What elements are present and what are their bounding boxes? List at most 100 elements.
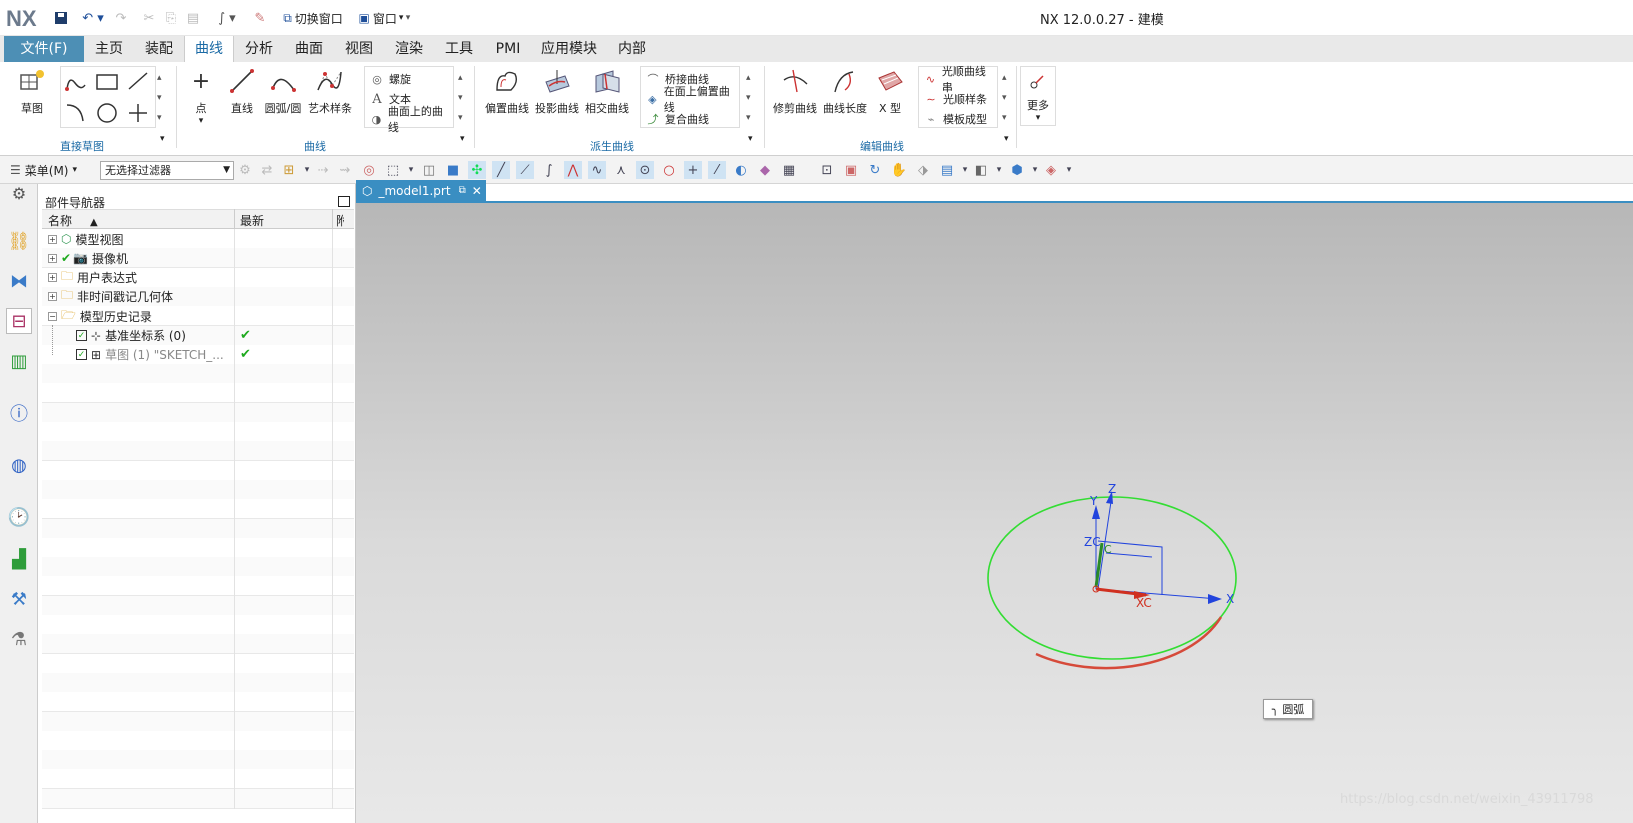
- tab-render[interactable]: 渲染: [388, 36, 430, 62]
- part-navigator-icon[interactable]: ⊟: [6, 308, 32, 334]
- menu-button[interactable]: ☰ 菜单(M) ▾: [10, 160, 77, 180]
- close-icon[interactable]: ✕: [472, 184, 482, 198]
- group-direct-sketch-menu[interactable]: ▾: [160, 134, 165, 144]
- customize-qat-icon[interactable]: ▾: [402, 9, 414, 27]
- tree-row[interactable]: − 🗁 模型历史记录: [42, 306, 354, 327]
- column-latest-header[interactable]: 最新: [240, 212, 264, 229]
- tab-applications[interactable]: 应用模块: [536, 36, 602, 62]
- part-file-tab[interactable]: ⬡ _model1.prt ⧉ ✕: [356, 180, 486, 201]
- undo-icon[interactable]: ↶ ▾: [78, 9, 108, 27]
- tree-row[interactable]: + ⬡ 模型视图: [42, 229, 354, 249]
- group-curve-menu[interactable]: ▾: [460, 134, 465, 144]
- history-icon[interactable]: 🕑: [6, 504, 32, 530]
- select-features-icon[interactable]: ⇢: [314, 161, 332, 179]
- web-browser-icon[interactable]: ◍: [6, 452, 32, 478]
- maximize-icon[interactable]: [338, 196, 350, 207]
- tree-node[interactable]: + 🗀 用户表达式: [48, 268, 137, 288]
- tab-tools[interactable]: 工具: [438, 36, 480, 62]
- sketch-button[interactable]: 草图: [12, 66, 52, 116]
- tree-node[interactable]: ✓ ⊹ 基准坐标系 (0): [76, 326, 186, 346]
- solid-body-icon[interactable]: ■: [444, 161, 462, 179]
- tab-pmi[interactable]: PMI: [488, 36, 528, 62]
- snap-midpoint-icon[interactable]: ⟋: [516, 161, 534, 179]
- save-icon[interactable]: [52, 9, 70, 27]
- smooth-string-button[interactable]: ∿ 光顺曲线串: [923, 65, 993, 94]
- undock-icon[interactable]: ⧉: [459, 185, 466, 196]
- chevron-down-icon[interactable]: ▾: [990, 161, 1008, 179]
- snap-quadrant-icon[interactable]: ○: [660, 161, 678, 179]
- expand-toggle-icon[interactable]: +: [48, 292, 57, 302]
- rectangle-select-icon[interactable]: ⬚: [384, 161, 402, 179]
- trim-curve-button[interactable]: 修剪曲线: [772, 66, 818, 116]
- tab-analysis[interactable]: 分析: [238, 36, 280, 62]
- template-shape-button[interactable]: ⌁ 模板成型: [923, 109, 993, 129]
- tab-view[interactable]: 视图: [338, 36, 380, 62]
- tree-row[interactable]: + 🗀 用户表达式: [42, 267, 354, 288]
- snap-point-on-curve-icon[interactable]: ⁄: [708, 161, 726, 179]
- snap-point-icon[interactable]: ⊞: [280, 161, 298, 179]
- gear-icon[interactable]: ⚙: [6, 180, 32, 206]
- tab-file[interactable]: 文件(F): [4, 36, 84, 62]
- snap-bounded-grid-icon[interactable]: ◆: [756, 161, 774, 179]
- view-zoom-icon[interactable]: ▣: [842, 161, 860, 179]
- chevron-down-icon[interactable]: ▾: [402, 161, 420, 179]
- snap-spline-icon[interactable]: ∿: [588, 161, 606, 179]
- tree-node[interactable]: − 🗁 模型历史记录: [48, 306, 152, 326]
- offset-curve-button[interactable]: 偏置曲线: [484, 66, 530, 116]
- x-form-button[interactable]: X 型: [872, 66, 908, 116]
- manufacturing-wizard-icon[interactable]: ⚒: [6, 586, 32, 612]
- snap-point-on-face-icon[interactable]: ◐: [732, 161, 750, 179]
- role-icon[interactable]: ⚗: [6, 626, 32, 652]
- arc-circle-button[interactable]: 圆弧/圆: [262, 66, 304, 116]
- work-layer-icon[interactable]: ◈: [1042, 161, 1060, 179]
- point-button[interactable]: + 点 ▾: [186, 66, 216, 127]
- studio-spline-button[interactable]: 艺术样条: [306, 66, 354, 116]
- line-button[interactable]: 直线: [226, 66, 258, 116]
- edit-section-icon[interactable]: ⬢: [1008, 161, 1026, 179]
- column-name-header[interactable]: 名称 ▲: [48, 212, 98, 229]
- copy-icon[interactable]: ⎘: [162, 9, 180, 27]
- chevron-down-icon[interactable]: ▾: [1060, 161, 1078, 179]
- projected-curve-button[interactable]: 投影曲线: [534, 66, 580, 116]
- tab-home[interactable]: 主页: [88, 36, 130, 62]
- tab-assembly[interactable]: 装配: [138, 36, 180, 62]
- visibility-checkbox[interactable]: ✓: [76, 349, 87, 361]
- constraint-navigator-icon[interactable]: ⧓: [6, 268, 32, 294]
- snap-line-icon[interactable]: ╱: [492, 161, 510, 179]
- tab-curve[interactable]: 曲线: [184, 36, 234, 62]
- render-style-icon[interactable]: ◧: [972, 161, 990, 179]
- expand-toggle-icon[interactable]: +: [48, 253, 57, 263]
- graphics-window[interactable]: X Y Z ZC C XC: [356, 203, 1633, 823]
- curve-length-button[interactable]: 曲线长度: [822, 66, 868, 116]
- selection-scope-icon[interactable]: ⚙: [236, 161, 254, 179]
- tree-node[interactable]: + ✔ 📷 摄像机: [48, 248, 128, 268]
- sketch-gallery-scroll[interactable]: ▴ ▾ ▾: [157, 68, 162, 128]
- helix-button[interactable]: ◎ 螺旋: [369, 69, 449, 89]
- tree-node[interactable]: + ⬡ 模型视图: [48, 229, 124, 249]
- paste-icon[interactable]: ▤: [184, 9, 202, 27]
- snap-curve-icon[interactable]: ∫: [540, 161, 558, 179]
- type-filter-select[interactable]: 无选择过滤器 ▼: [100, 161, 234, 180]
- more-button[interactable]: 更多 ▾: [1020, 66, 1056, 126]
- expand-toggle-icon[interactable]: +: [48, 234, 57, 244]
- column-extra-header[interactable]: 附: [336, 212, 344, 229]
- expand-toggle-icon[interactable]: −: [48, 311, 57, 321]
- process-studio-icon[interactable]: ▟: [6, 546, 32, 572]
- tree-node[interactable]: ✓ ⊞ 草图 (1) "SKETCH_...: [76, 345, 224, 365]
- tab-internal[interactable]: 内部: [610, 36, 654, 62]
- snap-arc-center-icon[interactable]: ⊙: [636, 161, 654, 179]
- hd3d-tools-icon[interactable]: ⓘ: [6, 400, 32, 426]
- command-finder-icon[interactable]: ∫ ▾: [210, 9, 244, 27]
- switch-window-button[interactable]: ⧉ 切换窗口: [278, 9, 348, 27]
- snap-existing-point-icon[interactable]: +: [684, 161, 702, 179]
- orient-view-icon[interactable]: ▤: [938, 161, 956, 179]
- tree-row[interactable]: + 🗀 非时间戳记几何体: [42, 286, 354, 307]
- tree-node[interactable]: + 🗀 非时间戳记几何体: [48, 287, 173, 307]
- group-edit-menu[interactable]: ▾: [1004, 134, 1009, 144]
- snap-intersection-icon[interactable]: ⋏: [612, 161, 630, 179]
- snap-control-point-icon[interactable]: ⋀: [564, 161, 582, 179]
- derived-gallery-scroll[interactable]: ▴ ▾ ▾: [746, 68, 751, 128]
- redo-icon[interactable]: ↷: [112, 9, 130, 27]
- view-rotate-icon[interactable]: ↻: [866, 161, 884, 179]
- snap-endpoint-icon[interactable]: ✣: [468, 161, 486, 179]
